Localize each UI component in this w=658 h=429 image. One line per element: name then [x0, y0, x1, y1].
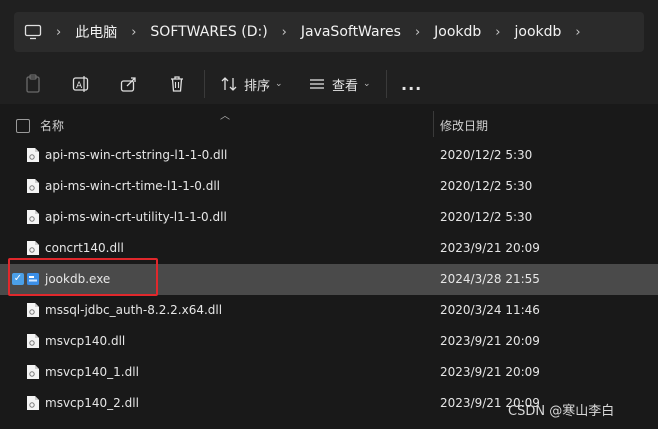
view-label: 查看	[332, 78, 359, 94]
address-bar-area: › 此电脑 › SOFTWARES (D:) › JavaSoftWares › Joo…	[0, 0, 658, 64]
file-row[interactable]: concrt140.dll 2023/9/21 20:09	[0, 233, 658, 264]
file-date: 2024/3/28 21:55	[440, 272, 540, 286]
file-row[interactable]: msvcp140.dll 2023/9/21 20:09	[0, 326, 658, 357]
file-name: api-ms-win-crt-string-l1-1-0.dll	[45, 148, 228, 162]
file-name: api-ms-win-crt-utility-l1-1-0.dll	[45, 210, 227, 224]
file-dll-icon	[26, 147, 40, 163]
file-dll-icon	[26, 364, 40, 380]
toolbar-divider	[386, 70, 387, 98]
sort-ascending-icon: ︿	[220, 111, 230, 122]
file-dll-icon	[26, 302, 40, 318]
row-checkbox[interactable]: ✓	[12, 273, 24, 285]
chevron-down-icon: ⌄	[363, 79, 371, 89]
file-name: msvcp140_1.dll	[45, 365, 139, 379]
file-row[interactable]: api-ms-win-crt-time-l1-1-0.dll 2020/12/2…	[0, 171, 658, 202]
view-icon	[310, 79, 324, 89]
computer-icon[interactable]	[24, 23, 42, 41]
file-dll-icon	[26, 395, 40, 411]
file-name: mssql-jdbc_auth-8.2.2.x64.dll	[45, 303, 223, 317]
breadcrumb-drive-d[interactable]: SOFTWARES (D:)	[150, 24, 267, 40]
file-date: 2020/12/2 5:30	[440, 210, 533, 224]
file-row-selected[interactable]: ✓ jookdb.exe 2024/3/28 21:55	[0, 264, 658, 295]
file-name: msvcp140_2.dll	[45, 396, 139, 410]
sort-button[interactable]: 排序 ⌄	[220, 72, 283, 96]
select-all-checkbox[interactable]	[16, 119, 30, 133]
column-divider[interactable]	[433, 111, 434, 137]
toolbar-divider	[204, 70, 205, 98]
column-date-modified[interactable]: 修改日期	[440, 117, 488, 134]
command-bar: A 排序 ⌄ 查看 ⌄ ...	[0, 64, 658, 104]
chevron-right-icon[interactable]: ›	[495, 25, 500, 40]
breadcrumb-jookdb-parent[interactable]: Jookdb	[434, 24, 481, 40]
chevron-down-icon: ⌄	[275, 79, 283, 89]
file-name: api-ms-win-crt-time-l1-1-0.dll	[45, 179, 220, 193]
address-bar[interactable]: › 此电脑 › SOFTWARES (D:) › JavaSoftWares › Joo…	[14, 12, 644, 52]
file-name: concrt140.dll	[45, 241, 124, 255]
svg-text:A: A	[76, 81, 83, 91]
rename-icon[interactable]: A	[72, 72, 90, 96]
file-date: 2020/3/24 11:46	[440, 303, 540, 317]
chevron-right-icon[interactable]: ›	[56, 25, 61, 40]
chevron-right-icon[interactable]: ›	[131, 25, 136, 40]
file-date: 2023/9/21 20:09	[440, 334, 540, 348]
paste-icon[interactable]	[24, 72, 42, 96]
file-dll-icon	[26, 333, 40, 349]
file-name: jookdb.exe	[45, 272, 111, 286]
file-date: 2020/12/2 5:30	[440, 179, 533, 193]
breadcrumb-jookdb[interactable]: jookdb	[514, 24, 561, 40]
file-row[interactable]: api-ms-win-crt-utility-l1-1-0.dll 2020/1…	[0, 202, 658, 233]
share-icon[interactable]	[120, 72, 138, 96]
file-dll-icon	[26, 178, 40, 194]
chevron-right-icon[interactable]: ›	[282, 25, 287, 40]
file-row[interactable]: msvcp140_1.dll 2023/9/21 20:09	[0, 357, 658, 388]
file-dll-icon	[26, 240, 40, 256]
chevron-right-icon[interactable]: ›	[575, 25, 580, 40]
view-button[interactable]: 查看 ⌄	[308, 72, 371, 96]
breadcrumb-this-pc[interactable]: 此电脑	[75, 22, 117, 42]
file-dll-icon	[26, 209, 40, 225]
more-options-button[interactable]: ...	[401, 72, 422, 96]
sort-icon	[221, 77, 237, 91]
column-header: ︿ 名称 修改日期	[0, 109, 658, 140]
file-date: 2020/12/2 5:30	[440, 148, 533, 162]
file-date: 2023/9/21 20:09	[440, 241, 540, 255]
file-row[interactable]: api-ms-win-crt-string-l1-1-0.dll 2020/12…	[0, 140, 658, 171]
delete-icon[interactable]	[168, 72, 186, 96]
file-date: 2023/9/21 20:09	[440, 365, 540, 379]
watermark: CSDN @寒山李白	[508, 404, 615, 419]
chevron-right-icon[interactable]: ›	[415, 25, 420, 40]
column-name[interactable]: 名称	[40, 117, 64, 134]
sort-label: 排序	[244, 78, 271, 94]
file-row[interactable]: mssql-jdbc_auth-8.2.2.x64.dll 2020/3/24 …	[0, 295, 658, 326]
breadcrumb-javasoftwares[interactable]: JavaSoftWares	[301, 24, 401, 40]
app-exe-icon	[26, 271, 40, 287]
file-name: msvcp140.dll	[45, 334, 126, 348]
